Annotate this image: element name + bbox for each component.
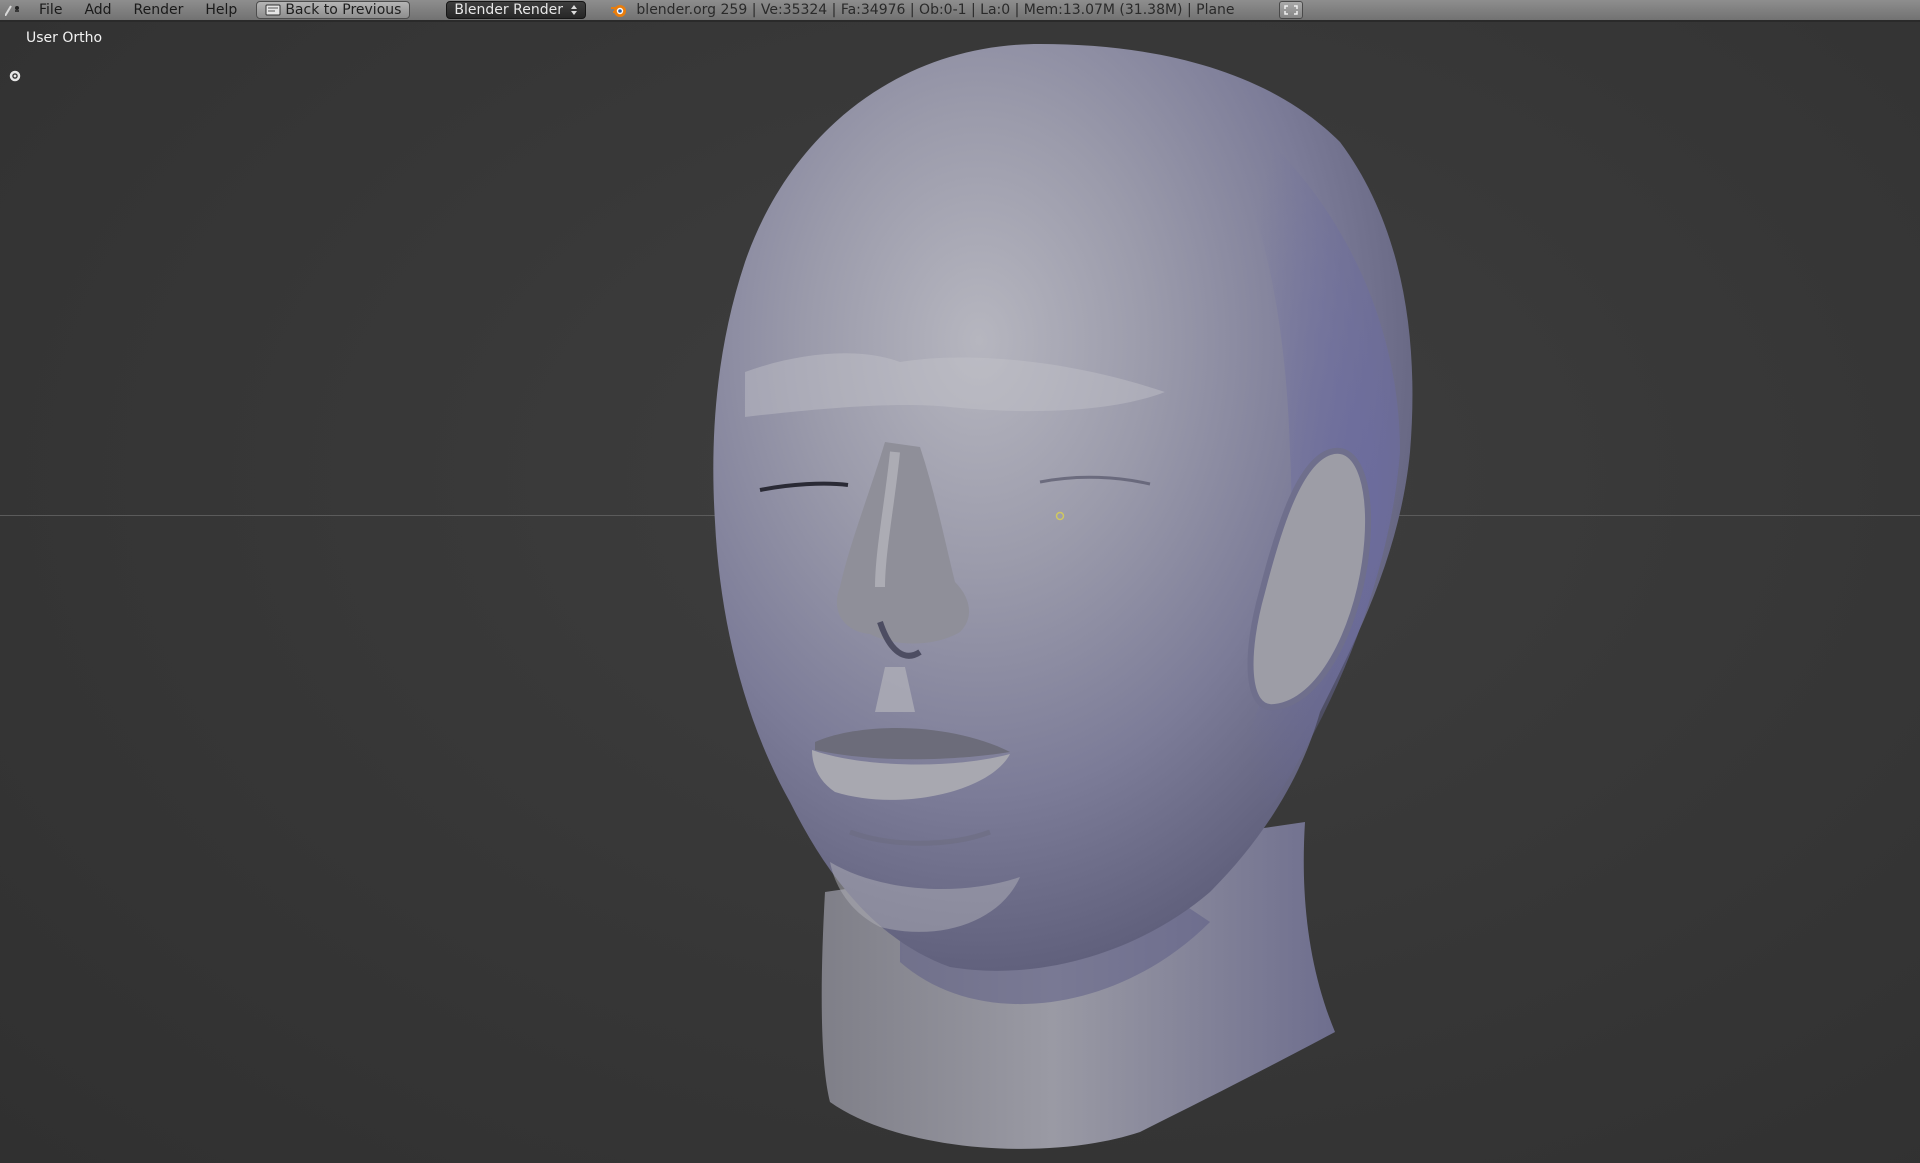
fullscreen-icon: [1283, 5, 1298, 15]
3d-cursor-icon: [1055, 511, 1065, 521]
editor-type-icon[interactable]: [2, 2, 28, 18]
head-mesh-model[interactable]: [0, 22, 1920, 1163]
3d-viewport[interactable]: User Ortho: [0, 22, 1920, 1163]
menu-render[interactable]: Render: [123, 2, 195, 18]
scene-stats: blender.org 259 | Ve:35324 | Fa:34976 | …: [636, 2, 1235, 18]
blender-logo-icon: [611, 5, 627, 17]
info-header: File Add Render Help Back to Previous Bl…: [0, 0, 1920, 22]
fullscreen-button[interactable]: [1278, 1, 1303, 19]
menu-file[interactable]: File: [28, 2, 73, 18]
menu-help[interactable]: Help: [194, 2, 248, 18]
updown-arrows-icon: [571, 5, 578, 15]
back-to-previous-label: Back to Previous: [285, 2, 402, 18]
menu-add[interactable]: Add: [73, 2, 122, 18]
render-engine-select[interactable]: Blender Render: [446, 1, 587, 19]
back-icon: [265, 4, 281, 16]
render-engine-value: Blender Render: [454, 2, 563, 18]
back-to-previous-button[interactable]: Back to Previous: [256, 1, 411, 19]
